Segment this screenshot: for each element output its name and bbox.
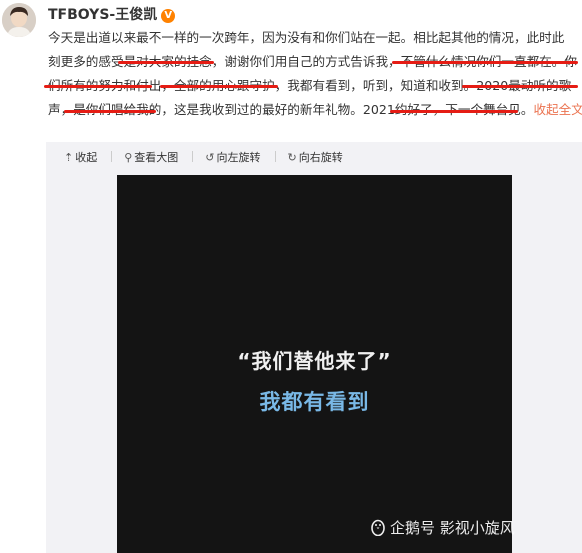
search-icon: ⚲ <box>124 151 133 164</box>
divider <box>111 151 113 162</box>
rotate-left-label: 向左旋转 <box>216 151 261 164</box>
divider <box>274 151 276 162</box>
underline-mark <box>44 85 152 88</box>
rotate-right-button[interactable]: ↻ 向右旋转 <box>288 149 343 165</box>
author-name[interactable]: TFBOYS-王俊凯 <box>48 7 157 23</box>
underline-mark <box>118 61 214 64</box>
rotate-left-button[interactable]: ↺ 向左旋转 <box>205 149 260 165</box>
verified-badge-icon: V <box>161 9 176 23</box>
view-large-button[interactable]: ⚲ 查看大图 <box>124 149 178 165</box>
media-toolbar: ⇡ 收起 ⚲ 查看大图 ↺ 向左旋转 ↻ 向右旋转 <box>64 149 357 167</box>
rotate-right-icon: ↻ <box>287 151 297 164</box>
watermark: 企鹅号 影视小旋风 <box>370 517 515 540</box>
avatar[interactable] <box>2 3 36 37</box>
collapse-icon: ⇡ <box>64 151 74 164</box>
underline-mark <box>462 85 578 88</box>
rotate-left-icon: ↺ <box>205 151 215 164</box>
underline-mark <box>64 110 156 113</box>
post-body: 今天是出道以来最不一样的一次跨年，因为没有和你们站在一起。相比起其他的情况，此时… <box>48 26 582 122</box>
collapse-label: 收起 <box>75 151 98 164</box>
rotate-right-label: 向右旋转 <box>298 151 343 164</box>
underline-mark <box>390 110 518 113</box>
underline-mark <box>160 85 278 88</box>
post-line: 今天是出道以来最不一样的一次跨年，因为没有和你们站在一起。相比起其他的情况，此时… <box>48 30 565 45</box>
watermark-text: 企鹅号 影视小旋风 <box>390 519 515 537</box>
post-author[interactable]: TFBOYS-王俊凯 V <box>48 4 176 24</box>
expand-link[interactable]: 收起全文 <box>533 102 582 117</box>
underline-mark <box>392 61 578 64</box>
collapse-button[interactable]: ⇡ 收起 <box>64 149 97 165</box>
penguin-icon <box>370 518 386 540</box>
video-subtitle: 我都有看到 <box>259 390 370 414</box>
view-large-label: 查看大图 <box>134 151 179 164</box>
video-quote: “我们替他来了” <box>237 349 392 373</box>
divider <box>192 151 194 162</box>
